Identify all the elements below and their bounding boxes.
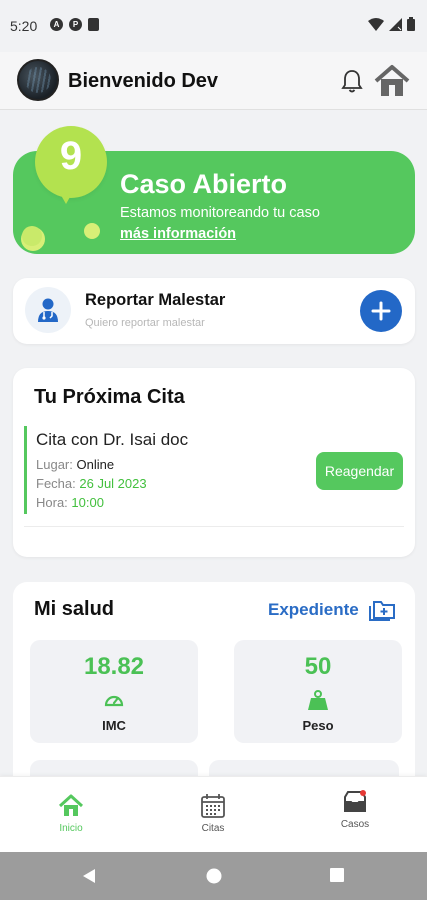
plus-icon	[371, 301, 391, 321]
reschedule-button[interactable]: Reagendar	[316, 452, 403, 490]
folder-add-icon[interactable]	[369, 597, 397, 621]
weight-value: 50	[304, 653, 332, 680]
divider	[24, 526, 404, 527]
add-report-button[interactable]	[360, 290, 402, 332]
p-circle-icon: P	[69, 18, 82, 31]
nav-item-inicio[interactable]: Inicio	[0, 777, 142, 853]
app-header: Bienvenido Dev	[0, 52, 427, 110]
nav-label: Casos	[340, 819, 370, 830]
battery-icon	[407, 17, 415, 31]
bmi-label: IMC	[102, 718, 126, 733]
a-circle-icon: A	[50, 18, 63, 31]
appointment-card: Tu Próxima Cita Cita con Dr. Isai doc Lu…	[13, 368, 415, 557]
welcome-text: Bienvenido Dev	[68, 70, 219, 92]
decor-dot	[22, 226, 42, 246]
bmi-value: 18.82	[83, 653, 145, 680]
case-title: Caso Abierto	[120, 169, 288, 199]
signal-icon	[389, 17, 402, 31]
wifi-icon	[368, 17, 384, 31]
home-icon[interactable]	[374, 64, 410, 98]
report-card[interactable]: Reportar Malestar Quiero reportar malest…	[13, 278, 415, 344]
appointment-place: Lugar: Online	[36, 457, 115, 472]
appointment-doctor: Cita con Dr. Isai doc	[36, 430, 189, 449]
avatar[interactable]	[17, 59, 59, 101]
weight-label: Peso	[302, 718, 334, 733]
health-title: Mi salud	[34, 598, 115, 620]
appointment-accent-bar	[24, 426, 27, 514]
appointment-date: Fecha: 26 Jul 2023	[36, 476, 147, 491]
sd-card-icon	[88, 18, 99, 31]
nav-item-citas[interactable]: Citas	[142, 777, 284, 853]
calendar-icon	[201, 794, 225, 818]
report-title: Reportar Malestar	[85, 291, 226, 309]
recents-icon[interactable]	[329, 867, 345, 883]
status-bar: 5:20 A P	[0, 0, 427, 52]
appointment-time: Hora: 10:00	[36, 495, 104, 510]
more-info-link[interactable]: más información	[120, 226, 236, 242]
back-icon[interactable]	[80, 867, 98, 885]
home-icon	[58, 794, 84, 816]
appointment-title: Tu Próxima Cita	[34, 386, 185, 408]
weight-card[interactable]: 50 Peso	[234, 640, 402, 743]
nav-label: Citas	[201, 823, 225, 834]
report-subtitle: Quiero reportar malestar	[85, 317, 205, 329]
case-subtitle: Estamos monitoreando tu caso	[120, 205, 320, 221]
doctor-icon	[25, 287, 71, 333]
weight-icon	[308, 690, 328, 710]
status-time: 5:20	[10, 18, 38, 34]
gauge-icon	[104, 695, 124, 707]
nav-item-casos[interactable]: Casos	[284, 777, 426, 853]
bell-icon[interactable]	[340, 68, 364, 94]
case-count: 9	[59, 134, 83, 178]
inbox-icon	[344, 790, 366, 812]
nav-label: Inicio	[59, 823, 83, 834]
home-button-icon[interactable]	[205, 867, 223, 885]
system-nav-bar	[0, 852, 427, 900]
decor-dot	[84, 223, 100, 239]
bottom-nav: Inicio Citas Casos	[0, 776, 427, 852]
bmi-card[interactable]: 18.82 IMC	[30, 640, 198, 743]
health-card: Mi salud Expediente 18.82 IMC 50 Peso	[13, 582, 415, 802]
record-link[interactable]: Expediente	[268, 600, 359, 620]
